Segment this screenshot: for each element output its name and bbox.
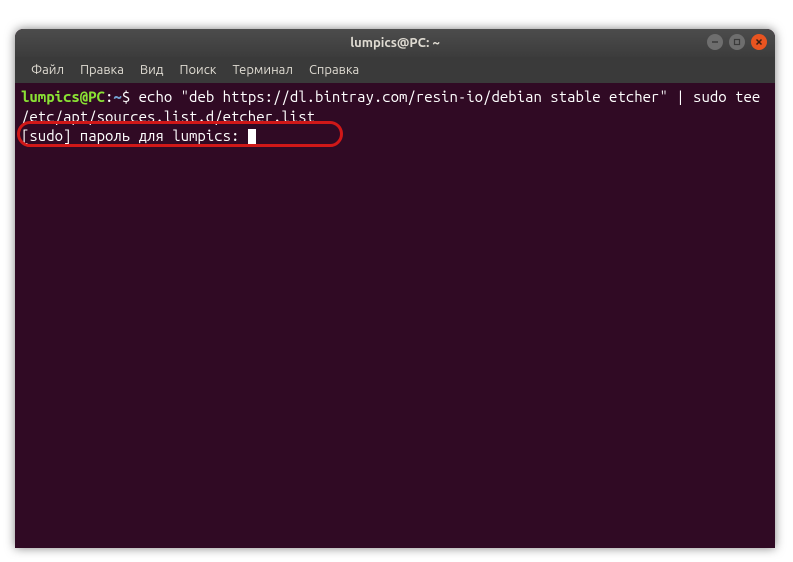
menu-help[interactable]: Справка [301,59,367,81]
terminal-line-command: lumpics@PC:~$ echo "deb https://dl.bintr… [21,87,769,126]
terminal-window: lumpics@PC: ~ Файл Правка Вид Поиск Терм… [15,29,775,548]
minimize-button[interactable] [707,34,723,50]
prompt-dollar: $ [122,88,130,105]
window-title: lumpics@PC: ~ [350,36,440,50]
menu-terminal[interactable]: Терминал [224,59,300,81]
terminal-line-sudo: [sudo] пароль для lumpics: [21,126,769,146]
command-value: echo "deb https://dl.bintray.com/resin-i… [21,88,769,125]
command-text: echo "deb https://dl.bintray.com/resin-i… [21,88,769,125]
prompt-path: ~ [113,88,121,105]
close-button[interactable] [751,34,767,50]
minimize-icon [711,38,719,46]
menu-view[interactable]: Вид [132,59,172,81]
menu-file[interactable]: Файл [23,59,72,81]
titlebar[interactable]: lumpics@PC: ~ [15,29,775,57]
menu-edit[interactable]: Правка [72,59,132,81]
menu-search[interactable]: Поиск [171,59,224,81]
maximize-button[interactable] [729,34,745,50]
window-controls [707,34,767,50]
maximize-icon [733,38,741,46]
cursor [248,129,256,144]
prompt-user: lumpics@PC [21,88,105,105]
close-icon [755,38,763,46]
menubar: Файл Правка Вид Поиск Терминал Справка [15,57,775,83]
terminal-content[interactable]: lumpics@PC:~$ echo "deb https://dl.bintr… [15,83,775,548]
sudo-prompt: [sudo] пароль для lumpics: [21,127,248,144]
